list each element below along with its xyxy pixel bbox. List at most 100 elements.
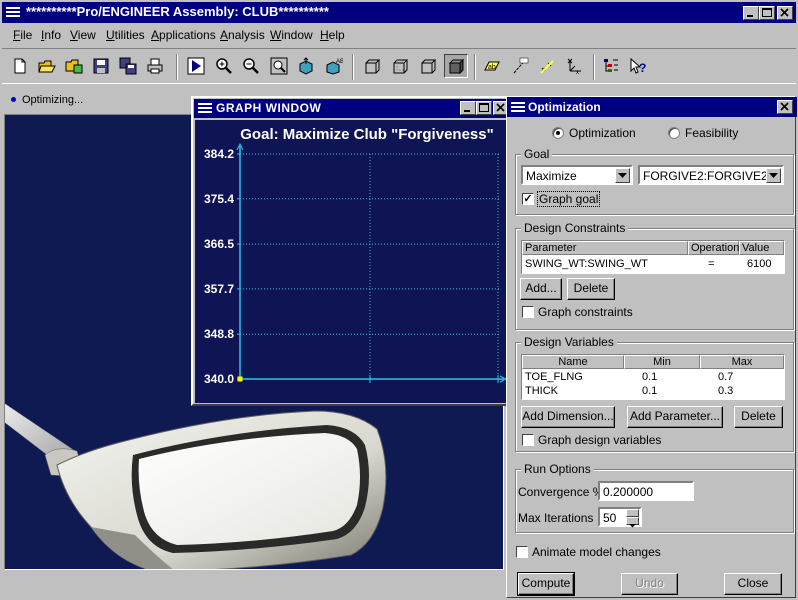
svg-text:?: ? <box>639 61 646 75</box>
save-copy-icon[interactable] <box>116 54 140 78</box>
run-options-label: Run Options <box>521 462 594 476</box>
undo-button[interactable]: Undo <box>621 573 678 595</box>
graph-plot-area: Goal: Maximize Club "Forgiveness" 384.2 3… <box>195 120 509 403</box>
variables-col-min[interactable]: Min <box>624 355 700 369</box>
context-help-icon[interactable]: ? <box>626 54 650 78</box>
chevron-down-icon[interactable] <box>766 168 781 183</box>
goal-type-select[interactable]: Maximize <box>521 165 633 185</box>
hidden-line-icon[interactable] <box>388 54 412 78</box>
svg-text:AB: AB <box>336 59 343 65</box>
graph-minimize-button[interactable] <box>460 101 476 115</box>
close-button[interactable]: Close <box>724 573 782 595</box>
constraints-col-operation[interactable]: Operation <box>688 241 739 255</box>
menu-applications[interactable]: Applications <box>151 28 216 42</box>
no-hidden-icon[interactable] <box>416 54 440 78</box>
compute-button[interactable]: Compute <box>517 572 575 596</box>
goal-parameter-select[interactable]: FORGIVE2:FORGIVE2 <box>638 165 784 185</box>
new-file-icon[interactable] <box>8 54 32 78</box>
menu-help[interactable]: Help <box>320 28 345 42</box>
y-tick-label: 366.5 <box>204 237 234 251</box>
zoom-in-icon[interactable] <box>212 54 236 78</box>
saved-views-icon[interactable]: AB <box>322 54 346 78</box>
design-variables-label: Design Variables <box>521 335 617 349</box>
max-iterations-value: 50 <box>603 511 617 525</box>
menu-analysis[interactable]: Analysis <box>220 28 265 42</box>
variable-name: THICK <box>525 385 558 397</box>
constraint-operation: = <box>708 258 715 270</box>
variable-max: 0.7 <box>718 371 734 383</box>
graph-window[interactable]: GRAPH WINDOW Goal: Maximize Club "Forgiv… <box>191 96 514 406</box>
close-window-button[interactable] <box>777 6 793 20</box>
design-constraints-label: Design Constraints <box>521 221 629 235</box>
animate-model-checkbox[interactable] <box>516 546 528 558</box>
model-tree-icon[interactable] <box>599 54 623 78</box>
graph-system-menu-icon[interactable] <box>197 101 213 118</box>
delete-constraint-button[interactable]: Delete <box>567 278 615 300</box>
optimization-title-bar: Optimization <box>507 97 797 117</box>
graph-maximize-button[interactable] <box>476 101 492 115</box>
menu-file[interactable]: File <box>13 28 32 42</box>
status-bullet-icon <box>11 97 16 102</box>
graph-design-variables-checkbox[interactable] <box>522 434 534 446</box>
goal-chart: Goal: Maximize Club "Forgiveness" 384.2 3… <box>204 126 508 386</box>
graph-constraints-label: Graph constraints <box>538 305 633 319</box>
coordinate-systems-icon[interactable]: x <box>563 54 587 78</box>
datum-axes-icon[interactable] <box>508 54 532 78</box>
opt-system-menu-icon[interactable] <box>510 100 526 117</box>
print-icon[interactable] <box>143 54 167 78</box>
opt-close-button[interactable] <box>777 100 793 114</box>
stepper-up-icon[interactable] <box>626 509 639 520</box>
convergence-value: 0.200000 <box>603 485 654 499</box>
constraints-col-value[interactable]: Value <box>739 241 784 255</box>
maximize-button[interactable] <box>759 6 775 20</box>
graph-title-bar: GRAPH WINDOW <box>194 99 511 118</box>
add-parameter-button[interactable]: Add Parameter... <box>627 406 723 428</box>
feasibility-radio[interactable] <box>668 127 680 139</box>
constraints-col-parameter[interactable]: Parameter <box>522 241 688 255</box>
system-menu-icon[interactable] <box>5 5 21 19</box>
graph-goal-checkbox[interactable]: ✓ <box>522 193 534 205</box>
constraint-parameter: SWING_WT:SWING_WT <box>525 258 648 270</box>
max-iterations-stepper[interactable]: 50 <box>598 507 642 528</box>
datum-points-icon[interactable] <box>535 54 559 78</box>
menu-utilities[interactable]: Utilities <box>106 28 145 42</box>
open-folder-icon[interactable] <box>35 54 59 78</box>
variables-col-max[interactable]: Max <box>700 355 784 369</box>
variables-table[interactable]: Name Min Max TOE_FLNG 0.1 0.7 THICK 0.1 … <box>521 354 785 400</box>
status-message: Optimizing... <box>22 94 84 106</box>
add-constraint-button[interactable]: Add... <box>520 278 562 300</box>
window-title: **********Pro/ENGINEER Assembly: CLUB***… <box>26 4 329 19</box>
convergence-input[interactable]: 0.200000 <box>598 481 694 501</box>
optimization-dialog: Optimization Optimization Feasibility Go… <box>506 96 797 598</box>
stepper-down-icon[interactable] <box>626 517 639 528</box>
menu-bar: File Info View Utilities Applications An… <box>2 24 796 46</box>
goal-group-label: Goal <box>521 147 553 161</box>
y-tick-label: 348.8 <box>204 327 234 341</box>
menu-window[interactable]: Window <box>270 28 313 42</box>
shading-icon[interactable] <box>444 54 468 78</box>
delete-variable-button[interactable]: Delete <box>734 406 783 428</box>
graph-constraints-checkbox[interactable] <box>522 306 534 318</box>
minimize-button[interactable] <box>743 6 759 20</box>
add-dimension-button[interactable]: Add Dimension... <box>521 406 615 428</box>
save-icon[interactable] <box>89 54 113 78</box>
datum-planes-icon[interactable]: ab <box>480 54 504 78</box>
open-in-session-icon[interactable] <box>62 54 86 78</box>
y-tick-label: 357.7 <box>204 282 234 296</box>
zoom-out-icon[interactable] <box>239 54 263 78</box>
refit-icon[interactable] <box>267 54 291 78</box>
orient-icon[interactable] <box>294 54 318 78</box>
variables-col-name[interactable]: Name <box>522 355 624 369</box>
convergence-label: Convergence % <box>518 485 604 499</box>
chevron-down-icon[interactable] <box>615 168 630 183</box>
wireframe-icon[interactable] <box>360 54 384 78</box>
menu-view[interactable]: View <box>70 28 96 42</box>
y-tick-label: 340.0 <box>204 372 234 386</box>
menu-info[interactable]: Info <box>41 28 61 42</box>
chart-title: Goal: Maximize Club "Forgiveness" <box>240 126 493 143</box>
constraints-table[interactable]: Parameter Operation Value SWING_WT:SWING… <box>521 240 785 274</box>
graph-window-title: GRAPH WINDOW <box>216 101 322 115</box>
redraw-icon[interactable] <box>184 54 208 78</box>
optimization-radio[interactable] <box>552 127 564 139</box>
constraint-value: 6100 <box>747 258 772 270</box>
